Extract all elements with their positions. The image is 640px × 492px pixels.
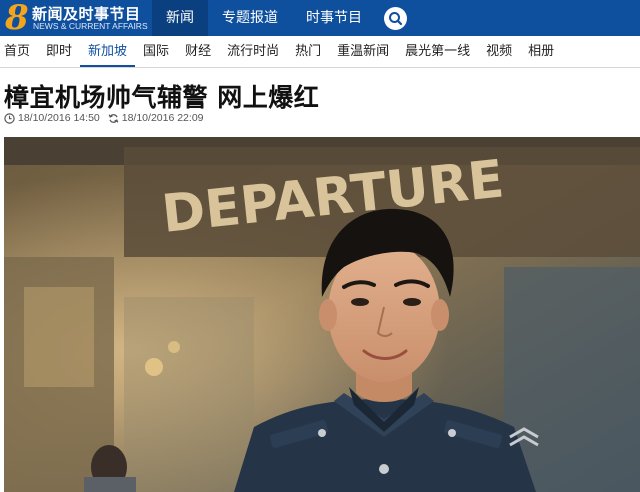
section-tab-revisit[interactable]: 重温新闻 bbox=[329, 36, 397, 67]
brand-subtitle: NEWS & CURRENT AFFAIRS bbox=[33, 21, 148, 31]
section-tab-fashion[interactable]: 流行时尚 bbox=[219, 36, 287, 67]
top-nav-item-features[interactable]: 专题报道 bbox=[208, 0, 292, 36]
article-photo[interactable]: DEPARTURE bbox=[4, 137, 640, 492]
top-nav-item-news[interactable]: 新闻 bbox=[152, 0, 208, 36]
section-tab-finance[interactable]: 财经 bbox=[177, 36, 219, 67]
section-tab-trending[interactable]: 热门 bbox=[287, 36, 329, 67]
top-bar: 8 新闻及时事节目 NEWS & CURRENT AFFAIRS 新闻 专题报道… bbox=[0, 0, 640, 36]
section-tab-home[interactable]: 首页 bbox=[0, 36, 38, 67]
section-tab-gallery[interactable]: 相册 bbox=[520, 36, 562, 67]
article-meta: 18/10/2016 14:50 18/10/2016 22:09 bbox=[4, 112, 204, 124]
section-tab-international[interactable]: 国际 bbox=[135, 36, 177, 67]
top-nav: 新闻 专题报道 时事节目 bbox=[152, 0, 376, 36]
section-tab-singapore[interactable]: 新加坡 bbox=[80, 36, 136, 67]
svg-text:8: 8 bbox=[4, 0, 29, 36]
refresh-icon bbox=[108, 113, 119, 123]
channel-8-logo-icon: 8 bbox=[4, 0, 29, 36]
section-nav: 首页 即时 新加坡 国际 财经 流行时尚 热门 重温新闻 晨光第一线 视频 相册 bbox=[0, 36, 640, 68]
updated-time: 18/10/2016 22:09 bbox=[121, 112, 204, 124]
article-photo-illustration: DEPARTURE bbox=[4, 137, 640, 492]
top-nav-item-current-affairs[interactable]: 时事节目 bbox=[292, 0, 376, 36]
published-time: 18/10/2016 14:50 bbox=[18, 112, 100, 124]
section-tab-morning-express[interactable]: 晨光第一线 bbox=[397, 36, 478, 67]
search-icon bbox=[389, 12, 403, 26]
clock-icon bbox=[4, 112, 15, 124]
section-tab-video[interactable]: 视频 bbox=[478, 36, 520, 67]
site-logo[interactable]: 8 新闻及时事节目 NEWS & CURRENT AFFAIRS bbox=[0, 0, 160, 36]
section-tab-instant[interactable]: 即时 bbox=[38, 36, 80, 67]
article-headline: 樟宜机场帅气辅警 网上爆红 bbox=[4, 83, 320, 112]
search-button[interactable] bbox=[384, 7, 407, 30]
